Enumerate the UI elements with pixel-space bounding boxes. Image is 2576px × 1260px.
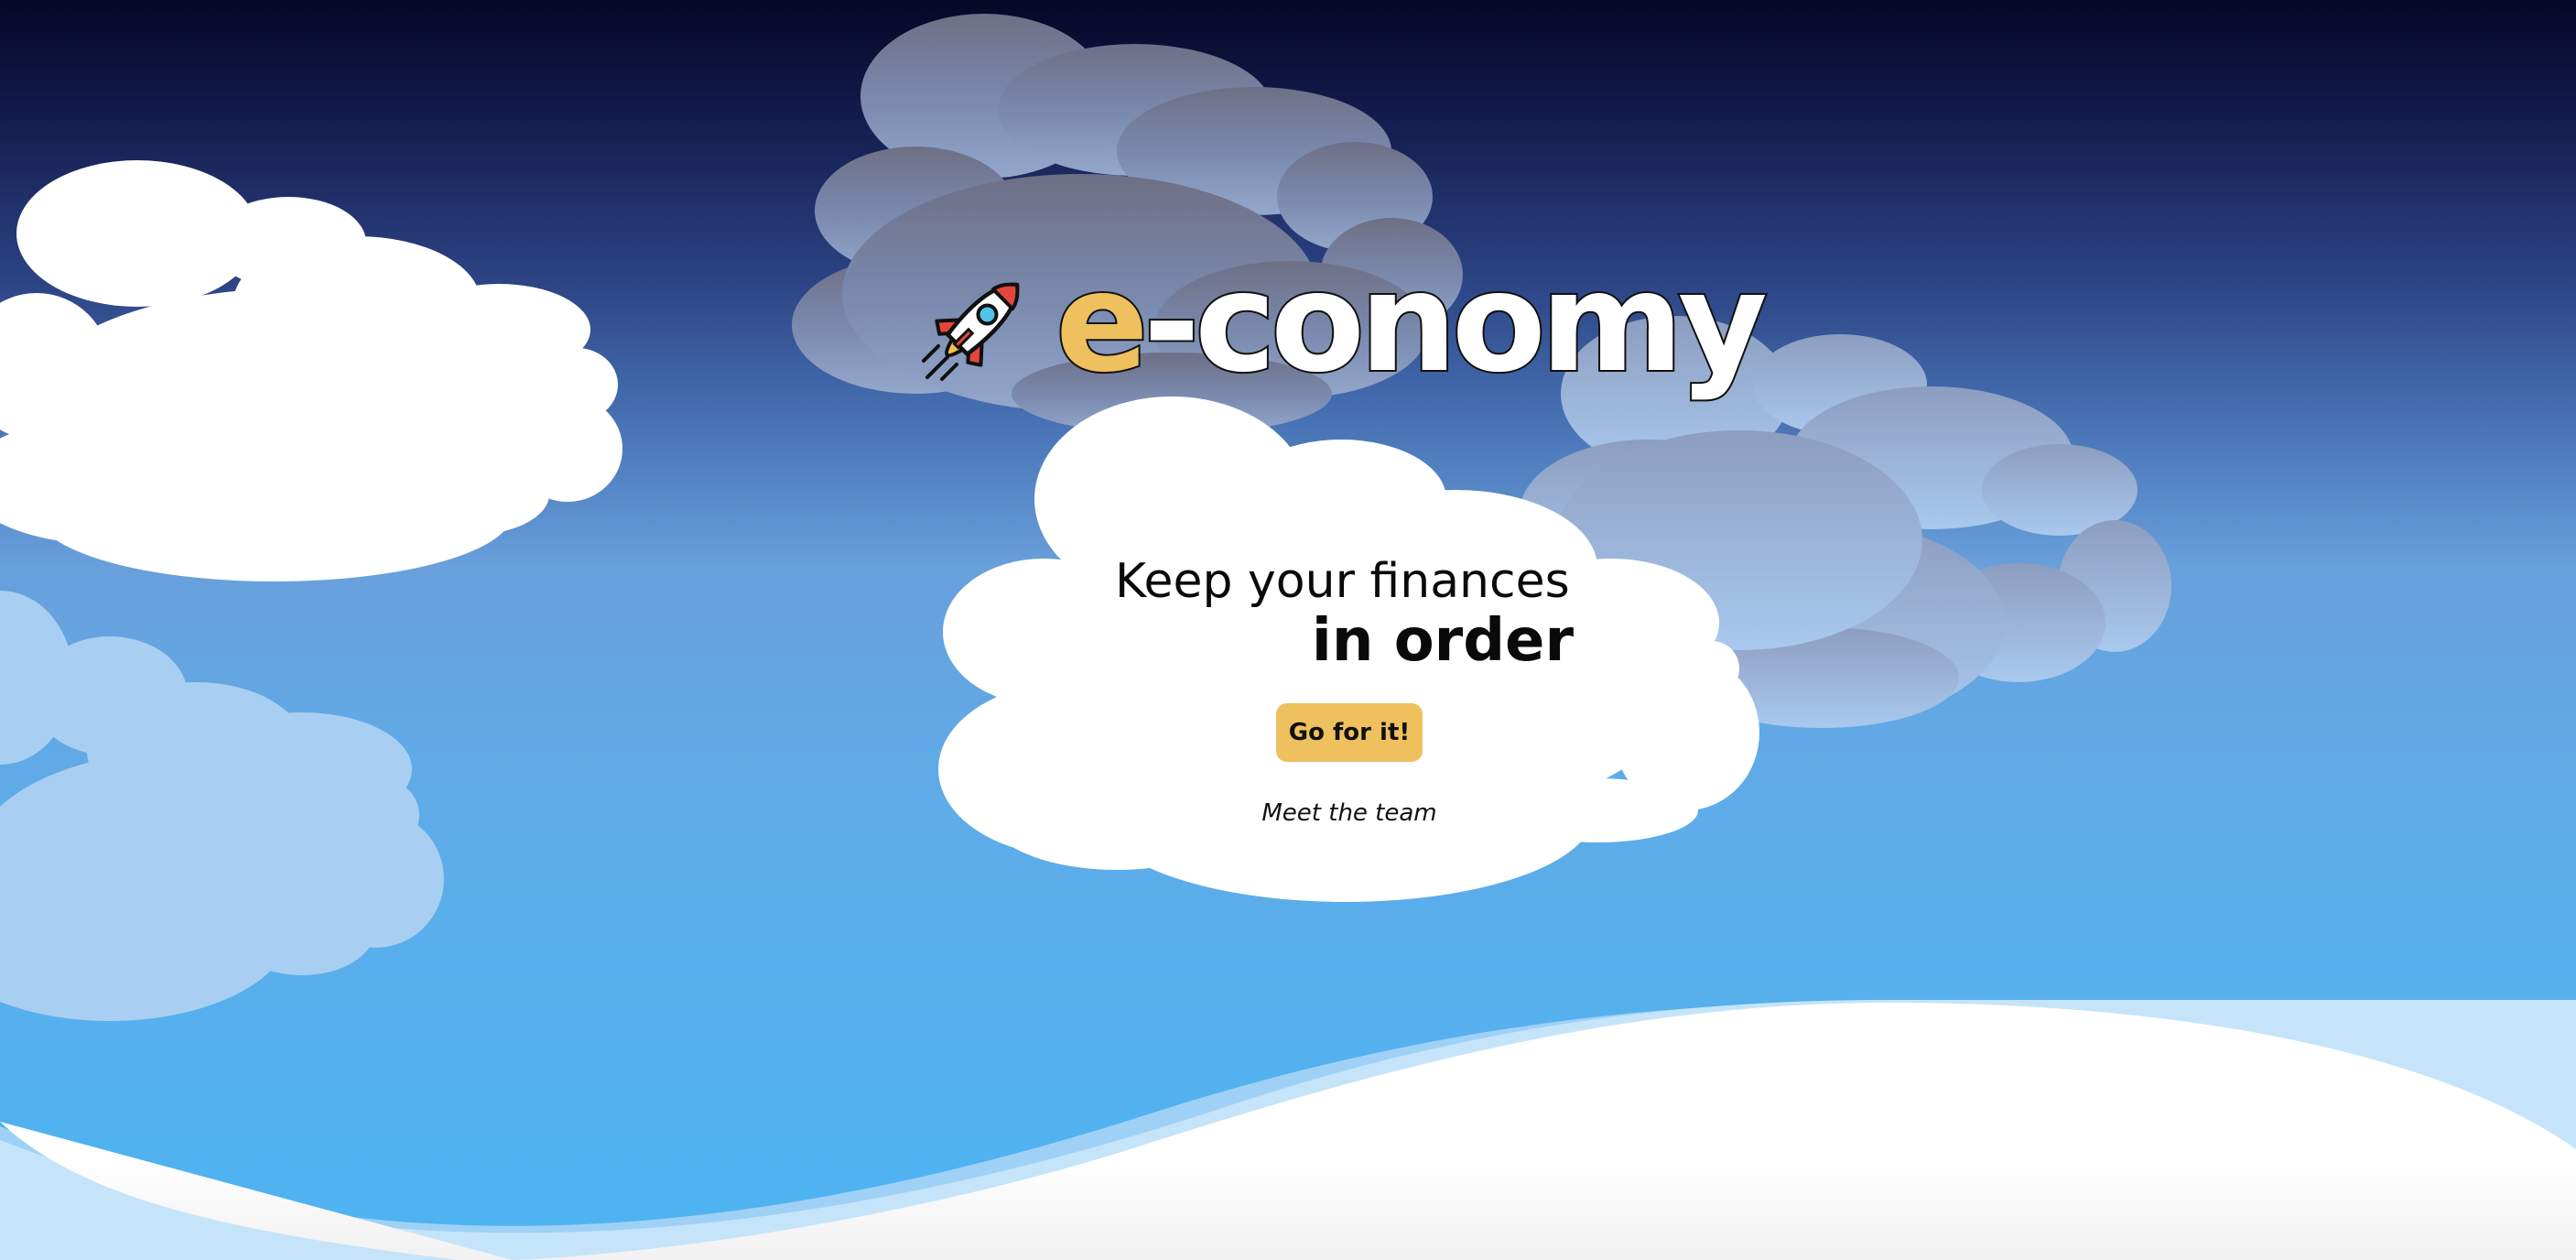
brand-name: e-conomy — [1054, 253, 1770, 394]
brand-name-rest: -conomy — [1142, 244, 1770, 403]
brand-name-prefix: e — [1054, 244, 1151, 403]
go-for-it-button[interactable]: Go for it! — [1276, 703, 1423, 762]
brand-logo[interactable]: e-conomy — [920, 253, 1770, 394]
hero-tagline: Keep your finances in order — [1115, 552, 1586, 671]
tagline-line-1: Keep your finances — [1115, 554, 1570, 609]
rocket-icon — [922, 282, 1020, 381]
meet-the-team-link[interactable]: Meet the team — [1258, 799, 1441, 827]
tagline-line-2: in order — [1311, 607, 1574, 675]
